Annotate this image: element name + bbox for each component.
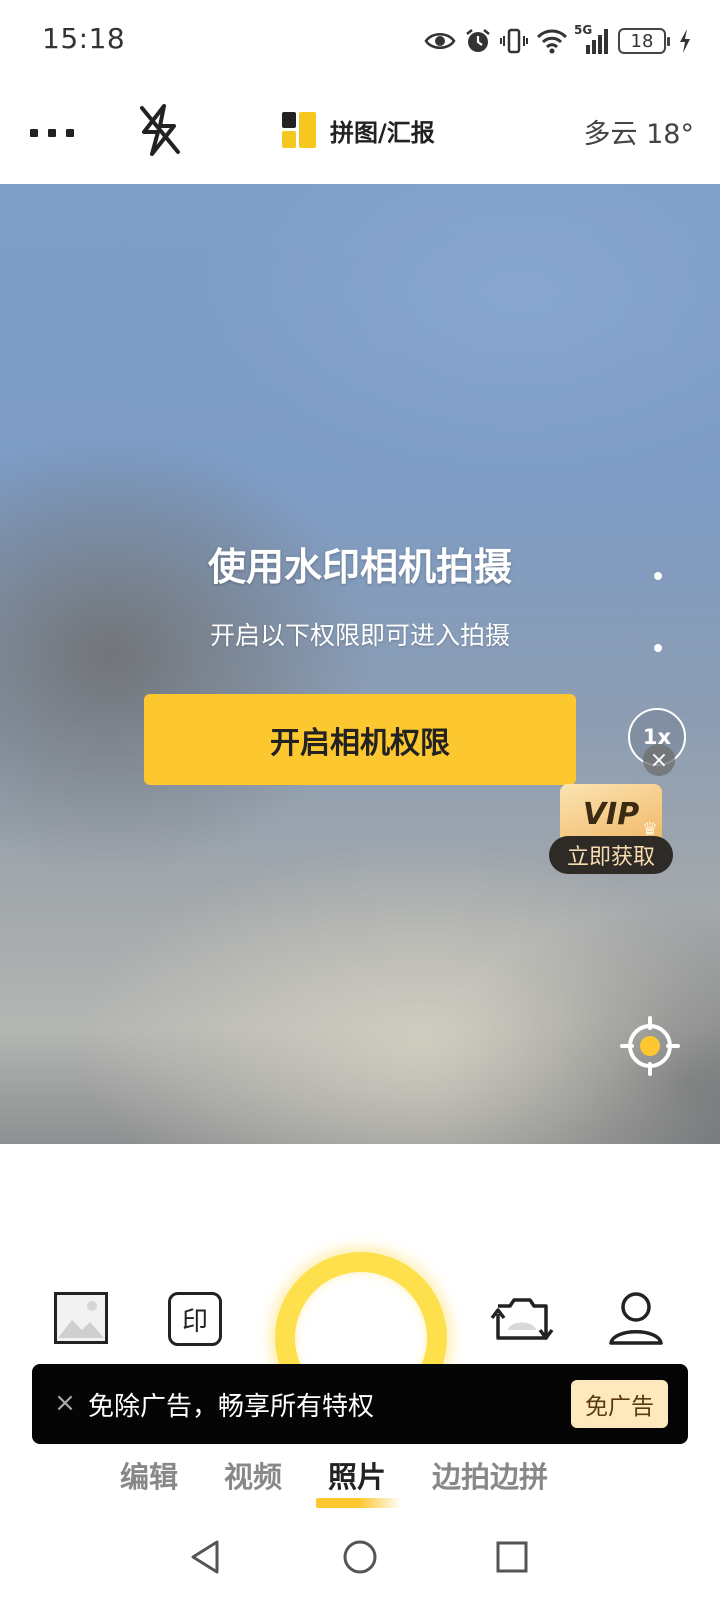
more-dot <box>48 129 56 137</box>
close-icon[interactable]: × <box>50 1388 80 1418</box>
indicator-dot <box>654 572 662 580</box>
close-icon: × <box>649 747 669 773</box>
ad-text: 免除广告，畅享所有特权 <box>88 1392 375 1422</box>
ad-banner[interactable]: × 免除广告，畅享所有特权 免广告 <box>32 1364 688 1444</box>
collage-label: 拼图/汇报 <box>330 118 435 147</box>
alarm-icon <box>464 27 492 55</box>
tab-video[interactable]: 视频 <box>224 1454 282 1496</box>
vibrate-icon <box>500 27 528 55</box>
locate-icon <box>620 1016 680 1076</box>
watermark-label: 印 <box>181 1306 208 1337</box>
home-icon <box>343 1540 377 1574</box>
permission-subtitle: 开启以下权限即可进入拍摄 <box>209 621 510 650</box>
network-type: 5G <box>574 23 593 37</box>
recents-icon <box>496 1541 528 1573</box>
camera-flip-icon <box>490 1298 554 1340</box>
locate-button[interactable] <box>620 1016 680 1076</box>
charging-icon <box>678 28 692 54</box>
status-time: 15:18 <box>42 22 126 55</box>
battery-icon: 18 <box>618 28 670 54</box>
profile-icon <box>609 1292 663 1345</box>
active-tab-indicator <box>316 1498 402 1508</box>
vip-close-button[interactable]: × <box>643 744 675 776</box>
vip-badge[interactable]: VIP ♛ <box>560 784 662 844</box>
collage-icon <box>282 112 318 148</box>
system-navbar <box>0 1520 720 1610</box>
vip-label: VIP <box>582 796 640 832</box>
home-button[interactable] <box>335 1532 385 1582</box>
vip-get-now-button[interactable]: 立即获取 <box>549 836 673 874</box>
gallery-icon <box>54 1292 108 1344</box>
more-dot <box>66 129 74 137</box>
top-toolbar: 拼图/汇报 多云 18° <box>0 84 720 184</box>
recents-button[interactable] <box>487 1532 537 1582</box>
tab-photo[interactable]: 照片 <box>328 1454 386 1496</box>
flash-off-icon <box>140 104 180 156</box>
signal-icon: 5G <box>574 23 610 55</box>
profile-button[interactable] <box>608 1290 664 1346</box>
status-icons: 5G 18 <box>424 23 692 58</box>
back-button[interactable] <box>180 1532 230 1582</box>
gallery-button[interactable] <box>54 1292 108 1344</box>
eye-icon <box>424 29 456 53</box>
tab-shoot-and-collage[interactable]: 边拍边拼 <box>432 1454 548 1496</box>
indicator-dot <box>654 644 662 652</box>
back-icon <box>191 1540 219 1574</box>
watermark-button[interactable]: 印 <box>168 1292 222 1346</box>
wifi-icon <box>536 28 568 54</box>
more-button[interactable] <box>30 118 86 148</box>
more-dots-icon <box>30 129 38 137</box>
enable-camera-permission-button[interactable]: 开启相机权限 <box>144 694 576 785</box>
permission-title: 使用水印相机拍摄 <box>207 545 512 589</box>
mode-tabs: 编辑 视频 照片 边拍边拼 <box>0 1446 720 1508</box>
tab-edit[interactable]: 编辑 <box>120 1454 178 1496</box>
battery-level: 18 <box>630 30 654 52</box>
weather-label[interactable]: 多云 18° <box>584 112 694 151</box>
remove-ads-button[interactable]: 免广告 <box>571 1380 668 1428</box>
camera-flip-button[interactable] <box>490 1294 554 1346</box>
status-bar: 15:18 5G 18 <box>0 0 720 84</box>
collage-report-button[interactable]: 拼图/汇报 <box>282 110 435 150</box>
flash-button[interactable] <box>134 102 184 158</box>
camera-viewport[interactable]: 使用水印相机拍摄 开启以下权限即可进入拍摄 开启相机权限 1x × VIP ♛ … <box>0 184 720 1144</box>
